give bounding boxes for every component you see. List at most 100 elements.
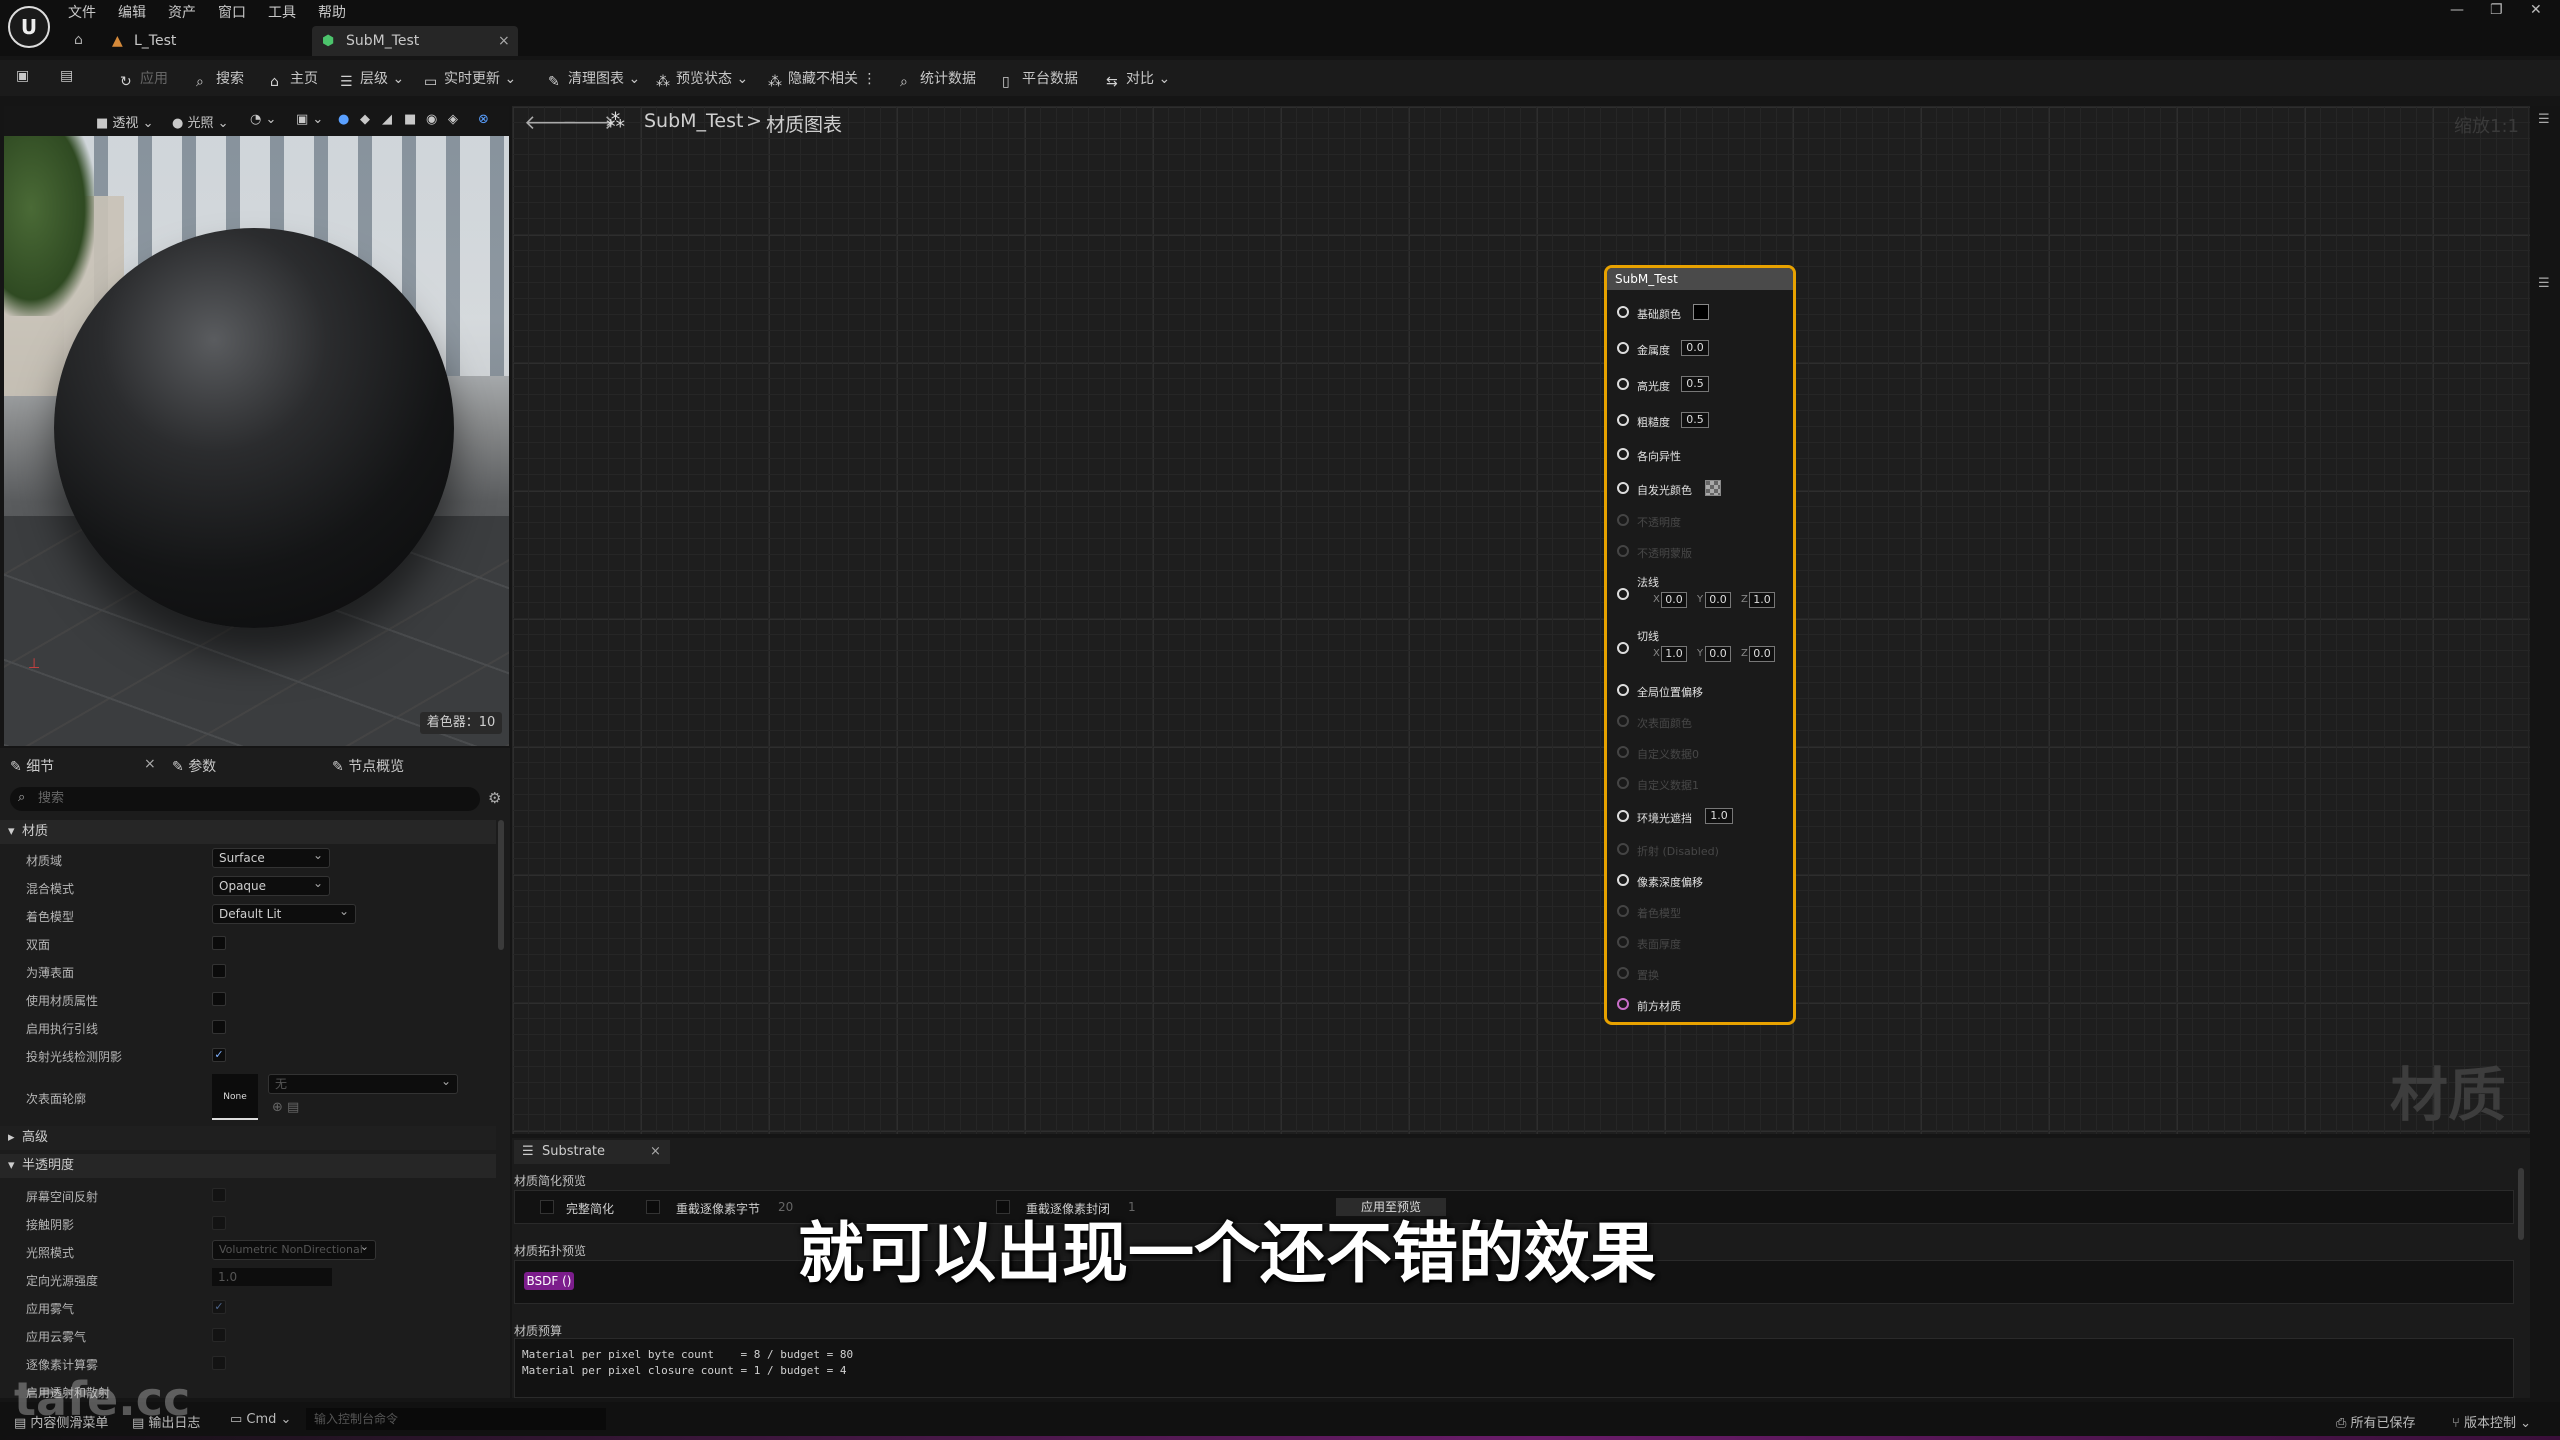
section-advanced[interactable]: ▸ 高级	[0, 1126, 496, 1150]
preview-scene[interactable]: ⊥	[4, 136, 509, 746]
normal-z-value[interactable]: 1.0	[1749, 592, 1775, 608]
full-simplify-checkbox[interactable]	[540, 1200, 554, 1214]
menu-edit[interactable]: 编辑	[118, 2, 146, 22]
subsurface-profile-thumbnail[interactable]: None	[212, 1074, 258, 1120]
home-tab-icon[interactable]: ⌂	[74, 32, 83, 48]
crop-bytes-value[interactable]: 20	[778, 1200, 793, 1214]
sphere-mesh-icon[interactable]: ●	[338, 112, 349, 127]
bsdf-badge[interactable]: BSDF ()	[524, 1272, 574, 1290]
hide-unrelated-button[interactable]: ⁂ 隐藏不相关 ⋮	[768, 68, 876, 90]
breadcrumb-asset[interactable]: SubM_Test	[644, 110, 743, 132]
menu-help[interactable]: 帮助	[318, 2, 346, 22]
close-window-icon[interactable]: ✕	[2530, 2, 2542, 18]
pin-custom-data-0[interactable]	[1617, 746, 1629, 758]
tab-node-overview[interactable]: ✎ 节点概览	[332, 756, 404, 776]
close-details-icon[interactable]: ×	[144, 756, 156, 772]
pin-displacement[interactable]	[1617, 967, 1629, 979]
cmd-dropdown[interactable]: ▭ Cmd ⌄	[230, 1412, 291, 1427]
pin-roughness[interactable]	[1617, 414, 1629, 426]
details-scrollbar[interactable]	[498, 820, 504, 950]
unreal-logo-icon[interactable]: U	[8, 6, 50, 48]
tab-level[interactable]: ▲ L_Test	[100, 26, 300, 56]
shading-model-dropdown[interactable]: Default Lit	[212, 902, 356, 924]
tangent-y-value[interactable]: 0.0	[1705, 646, 1731, 662]
minimize-icon[interactable]: —	[2450, 2, 2464, 18]
perspective-button[interactable]: ■ 透视 ⌄	[96, 112, 153, 131]
platform-stats-button[interactable]: ▯ 平台数据	[1002, 68, 1078, 90]
normal-y-value[interactable]: 0.0	[1705, 592, 1731, 608]
execution-wire-checkbox[interactable]	[212, 1020, 226, 1034]
ssr-checkbox[interactable]	[212, 1188, 226, 1202]
two-sided-checkbox[interactable]	[212, 936, 226, 950]
show-flags-icon[interactable]: ◔ ⌄	[250, 112, 276, 127]
section-translucency[interactable]: ▾ 半透明度	[0, 1154, 496, 1178]
tangent-x-value[interactable]: 1.0	[1661, 646, 1687, 662]
save-icon[interactable]: ▣	[16, 68, 29, 84]
pin-front-material[interactable]	[1617, 998, 1629, 1010]
all-saved-button[interactable]: ⎙ 所有已保存	[2336, 1412, 2416, 1431]
ambient-occlusion-value[interactable]: 1.0	[1705, 808, 1733, 824]
background-icon[interactable]: ◈	[448, 112, 458, 127]
pin-anisotropy[interactable]	[1617, 448, 1629, 460]
hierarchy-button[interactable]: ☰ 层级 ⌄	[340, 68, 404, 90]
pin-normal[interactable]	[1617, 588, 1629, 600]
lighting-mode-dropdown[interactable]: Volumetric NonDirectional	[212, 1238, 376, 1260]
pin-base-color[interactable]	[1617, 306, 1629, 318]
pin-surface-thickness[interactable]	[1617, 936, 1629, 948]
pin-subsurface-color[interactable]	[1617, 715, 1629, 727]
emissive-color-swatch[interactable]	[1705, 480, 1721, 496]
normal-x-value[interactable]: 0.0	[1661, 592, 1687, 608]
subsurface-profile-dropdown[interactable]: 无	[268, 1072, 458, 1094]
material-graph-canvas[interactable]	[512, 106, 2530, 1134]
tab-parameters[interactable]: ✎ 参数	[172, 756, 216, 776]
layers-icon[interactable]: ☰	[2538, 276, 2550, 291]
node-title[interactable]: SubM_Test	[1607, 268, 1793, 290]
search-button[interactable]: ⌕ 搜索	[196, 68, 244, 90]
console-command-input[interactable]: 输入控制台命令	[306, 1408, 606, 1430]
cylinder-mesh-icon[interactable]: ◆	[360, 112, 370, 127]
apply-cloud-fog-checkbox[interactable]	[212, 1328, 226, 1342]
apply-button[interactable]: ↻ 应用	[120, 68, 168, 90]
home-button[interactable]: ⌂ 主页	[270, 68, 318, 90]
pin-metallic[interactable]	[1617, 342, 1629, 354]
live-update-button[interactable]: ▭ 实时更新 ⌄	[424, 68, 516, 90]
browse-asset-icon[interactable]: ⊕ ▤	[272, 1100, 299, 1115]
close-substrate-icon[interactable]: ×	[650, 1140, 661, 1164]
plane-mesh-icon[interactable]: ◢	[382, 112, 392, 127]
details-search-input[interactable]: 搜索	[10, 787, 480, 811]
contact-shadows-checkbox[interactable]	[212, 1216, 226, 1230]
realtime-icon[interactable]: ⊗	[478, 112, 489, 127]
tangent-z-value[interactable]: 0.0	[1749, 646, 1775, 662]
tab-material[interactable]: ⬢ SubM_Test ×	[312, 26, 518, 56]
pin-emissive-color[interactable]	[1617, 482, 1629, 494]
browse-icon[interactable]: ▤	[60, 68, 73, 84]
preview-state-button[interactable]: ⁂ 预览状态 ⌄	[656, 68, 748, 90]
pin-world-position-offset[interactable]	[1617, 684, 1629, 696]
pin-custom-data-1[interactable]	[1617, 777, 1629, 789]
section-material[interactable]: ▾ 材质	[0, 820, 496, 844]
pin-refraction[interactable]	[1617, 843, 1629, 855]
specular-value[interactable]: 0.5	[1681, 376, 1709, 392]
base-color-swatch[interactable]	[1693, 304, 1709, 320]
crop-bytes-checkbox[interactable]	[646, 1200, 660, 1214]
cube-mesh-icon[interactable]: ■	[404, 112, 416, 127]
roughness-value[interactable]: 0.5	[1681, 412, 1709, 428]
menu-tools[interactable]: 工具	[268, 2, 296, 22]
close-tab-icon[interactable]: ×	[498, 26, 510, 56]
pin-pixel-depth-offset[interactable]	[1617, 874, 1629, 886]
material-domain-dropdown[interactable]: Surface	[212, 846, 330, 868]
pin-opacity-mask[interactable]	[1617, 545, 1629, 557]
pin-shading-model[interactable]	[1617, 905, 1629, 917]
metallic-value[interactable]: 0.0	[1681, 340, 1709, 356]
substrate-scrollbar[interactable]	[2518, 1168, 2524, 1240]
material-output-node[interactable]: SubM_Test 基础颜色 金属度 0.0 高光度 0.5 粗糙度 0.5 各…	[1604, 265, 1796, 1025]
tab-substrate[interactable]: ☰ Substrate ×	[514, 1140, 670, 1164]
pin-specular[interactable]	[1617, 378, 1629, 390]
pin-opacity[interactable]	[1617, 514, 1629, 526]
thin-surface-checkbox[interactable]	[212, 964, 226, 978]
pin-ambient-occlusion[interactable]	[1617, 810, 1629, 822]
clean-graph-button[interactable]: ✎ 清理图表 ⌄	[548, 68, 640, 90]
lit-button[interactable]: ● 光照 ⌄	[172, 112, 229, 131]
material-attributes-checkbox[interactable]	[212, 992, 226, 1006]
palette-icon[interactable]: ☰	[2538, 112, 2550, 127]
